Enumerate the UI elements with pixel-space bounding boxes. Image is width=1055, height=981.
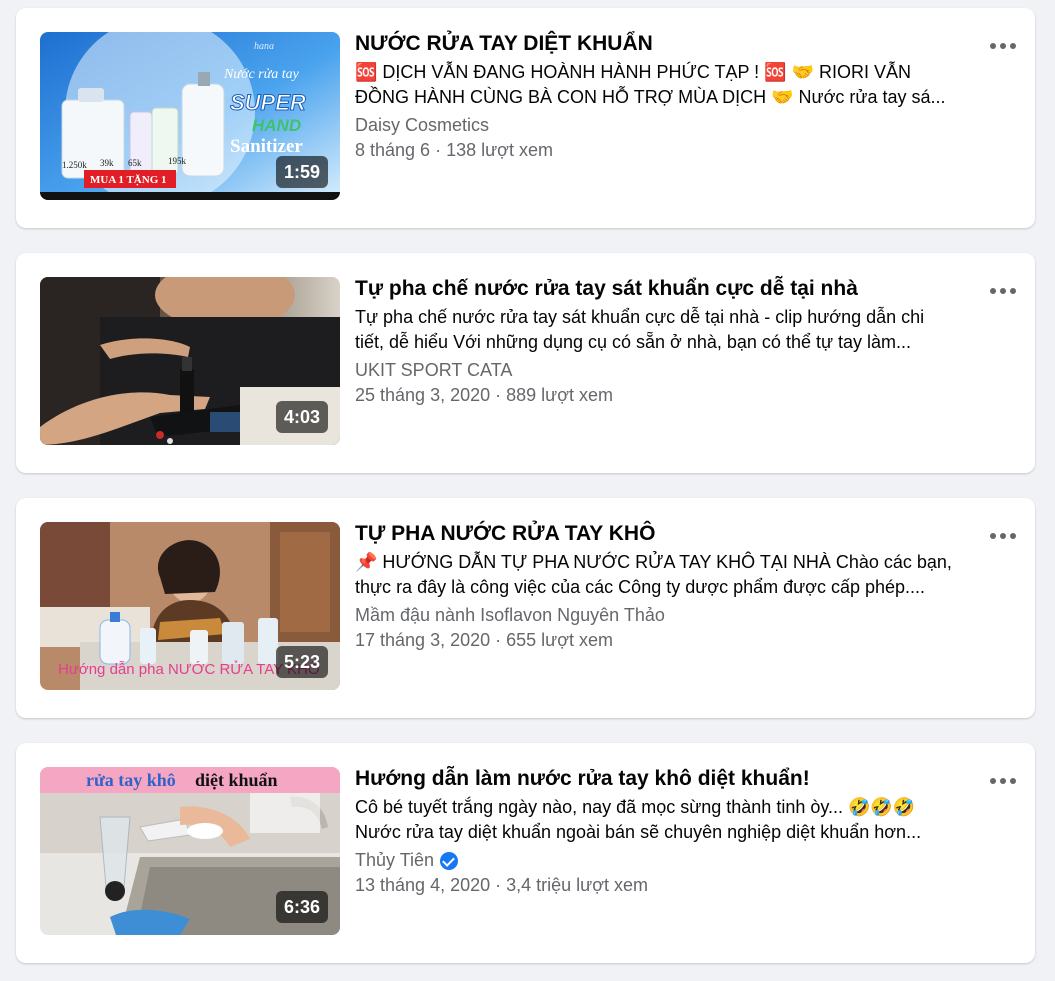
video-meta: 25 tháng 3, 2020 · 889 lượt xem [355, 385, 614, 405]
description-line: thực ra đây là công việc của các Công ty… [355, 577, 926, 597]
video-info: TỰ PHA NƯỚC RỬA TAY KHÔ 📌 HƯỚNG DẪN TỰ P… [355, 520, 975, 653]
description-line: Tự pha chế nước rửa tay sát khuẩn cực dễ… [355, 307, 925, 327]
channel-name[interactable]: UKIT SPORT CATA [355, 358, 975, 383]
video-info: Hướng dẫn làm nước rửa tay khô diệt khuẩ… [355, 765, 975, 898]
more-options-icon[interactable] [985, 34, 1021, 58]
description-line: 📌 HƯỚNG DẪN TỰ PHA NƯỚC RỬA TAY KHÔ TẠI … [355, 552, 952, 572]
description-line: Cô bé tuyết trắng ngày nào, nay đã mọc s… [355, 797, 916, 817]
description-line: 🆘 DỊCH VẪN ĐANG HOÀNH HÀNH PHỨC TẠP ! 🆘 … [355, 62, 912, 82]
video-duration: 1:59 [275, 156, 328, 188]
thumbnail-subtitle: Nước rửa tay [223, 67, 300, 82]
video-info: Tự pha chế nước rửa tay sát khuẩn cực dễ… [355, 275, 975, 408]
video-card[interactable]: rửa tay khô diệt khuẩn 6:36 Hướng dẫn là… [16, 743, 1035, 963]
price-label: 195k [168, 156, 187, 166]
thumbnail-hand-text: HAND [252, 116, 301, 135]
video-thumbnail[interactable]: Hướng dẫn pha NƯỚC RỬA TAY KHÔ 5:23 [40, 522, 340, 690]
video-duration: 5:23 [275, 646, 328, 678]
thumbnail-caption: diệt khuẩn [195, 770, 278, 790]
description-line: ĐỒNG HÀNH CÙNG BÀ CON HỖ TRỢ MÙA DỊCH 🤝 … [355, 87, 946, 107]
video-title[interactable]: Hướng dẫn làm nước rửa tay khô diệt khuẩ… [355, 765, 975, 793]
channel-name[interactable]: Mầm đậu nành Isoflavon Nguyên Thảo [355, 603, 975, 628]
description-line: Nước rửa tay diệt khuẩn ngoài bán sẽ chu… [355, 822, 922, 842]
thumbnail-sanitizer-text: Sanitizer [230, 136, 303, 157]
channel-name-text[interactable]: Mầm đậu nành Isoflavon Nguyên Thảo [355, 603, 665, 628]
video-thumbnail[interactable]: 4:03 [40, 277, 340, 445]
channel-name[interactable]: Thủy Tiên [355, 848, 975, 873]
channel-name[interactable]: Daisy Cosmetics [355, 113, 975, 138]
video-title[interactable]: TỰ PHA NƯỚC RỬA TAY KHÔ [355, 520, 975, 548]
price-label: 65k [128, 158, 142, 168]
video-duration: 4:03 [275, 401, 328, 433]
video-description: 🆘 DỊCH VẪN ĐANG HOÀNH HÀNH PHỨC TẠP ! 🆘 … [355, 60, 970, 110]
price-label: 1.250k [62, 160, 87, 170]
video-feed: hana Nước rửa tay SUPER HAND Sanitizer 1… [0, 0, 1055, 981]
video-title[interactable]: Tự pha chế nước rửa tay sát khuẩn cực dễ… [355, 275, 975, 303]
description-line: tiết, dễ hiểu Với những dụng cụ có sẵn ở… [355, 332, 912, 352]
promo-label: MUA 1 TẶNG 1 [90, 173, 167, 186]
video-description: Tự pha chế nước rửa tay sát khuẩn cực dễ… [355, 305, 970, 355]
video-meta: 8 tháng 6 · 138 lượt xem [355, 140, 553, 160]
thumbnail-super-text: SUPER [230, 90, 306, 115]
more-options-icon[interactable] [985, 769, 1021, 793]
video-thumbnail[interactable]: hana Nước rửa tay SUPER HAND Sanitizer 1… [40, 32, 340, 200]
verified-badge-icon [440, 851, 459, 870]
brand-label: hana [254, 41, 274, 52]
video-description: 📌 HƯỚNG DẪN TỰ PHA NƯỚC RỬA TAY KHÔ TẠI … [355, 550, 970, 600]
thumbnail-caption: rửa tay khô [86, 770, 176, 790]
video-duration: 6:36 [275, 891, 328, 923]
video-card[interactable]: hana Nước rửa tay SUPER HAND Sanitizer 1… [16, 8, 1035, 228]
channel-name-text[interactable]: UKIT SPORT CATA [355, 358, 512, 383]
video-card[interactable]: Hướng dẫn pha NƯỚC RỬA TAY KHÔ 5:23 TỰ P… [16, 498, 1035, 718]
video-meta: 13 tháng 4, 2020 · 3,4 triệu lượt xem [355, 875, 649, 895]
video-title[interactable]: NƯỚC RỬA TAY DIỆT KHUẨN [355, 30, 975, 58]
channel-name-text[interactable]: Thủy Tiên [355, 848, 434, 873]
video-card[interactable]: 4:03 Tự pha chế nước rửa tay sát khuẩn c… [16, 253, 1035, 473]
channel-name-text[interactable]: Daisy Cosmetics [355, 113, 489, 138]
price-label: 39k [100, 158, 114, 168]
video-thumbnail[interactable]: rửa tay khô diệt khuẩn 6:36 [40, 767, 340, 935]
video-description: Cô bé tuyết trắng ngày nào, nay đã mọc s… [355, 795, 970, 845]
more-options-icon[interactable] [985, 279, 1021, 303]
more-options-icon[interactable] [985, 524, 1021, 548]
video-meta: 17 tháng 3, 2020 · 655 lượt xem [355, 630, 614, 650]
video-info: NƯỚC RỬA TAY DIỆT KHUẨN 🆘 DỊCH VẪN ĐANG … [355, 30, 975, 163]
